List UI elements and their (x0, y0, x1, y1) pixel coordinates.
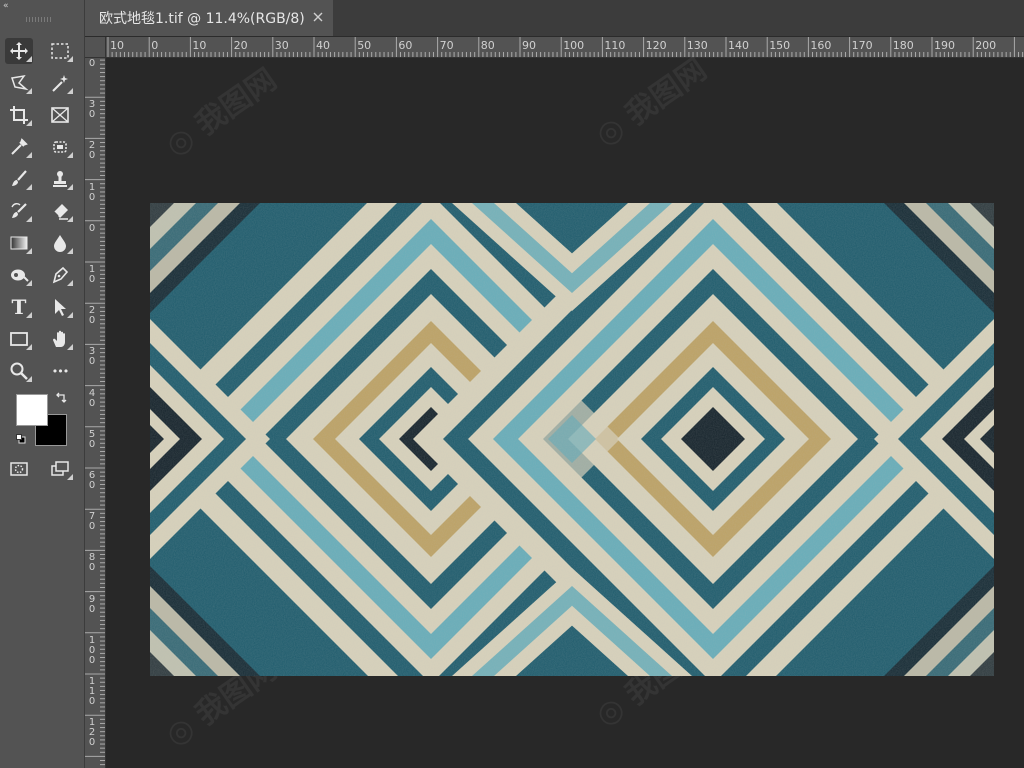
ruler-label: 80 (88, 552, 96, 574)
quick-mask[interactable] (5, 456, 33, 482)
quick-mask-icon (10, 462, 28, 476)
close-icon[interactable] (311, 10, 325, 24)
document-tab-bar: 欧式地毯1.tif @ 11.4%(RGB/8) (85, 0, 1024, 37)
zoom-tool[interactable] (5, 358, 33, 384)
ruler-label: 10 (110, 39, 124, 52)
marquee-tool[interactable] (46, 38, 74, 64)
ruler-label: 30 (88, 99, 96, 121)
ruler-label: 60 (398, 39, 413, 52)
healing-brush-tool[interactable] (46, 134, 74, 160)
ruler-label: 50 (357, 39, 372, 52)
ruler-label: 90 (522, 39, 536, 52)
ruler-label: 120 (645, 39, 667, 52)
ruler-label: 130 (686, 39, 708, 52)
eraser-tool[interactable] (46, 198, 74, 224)
ruler-label: 140 (728, 39, 749, 52)
ruler-label: 0 (88, 222, 96, 234)
ruler-label: 100 (88, 634, 96, 666)
type-tool[interactable]: T (5, 294, 33, 320)
ruler-label: 200 (975, 39, 997, 52)
screen-mode[interactable] (46, 456, 74, 482)
type-icon: T (11, 295, 27, 319)
panel-grip[interactable] (26, 17, 52, 22)
ruler-label: 70 (439, 39, 454, 52)
document-tab[interactable]: 欧式地毯1.tif @ 11.4%(RGB/8) (85, 0, 333, 36)
ruler-label: 0 (151, 39, 159, 52)
ruler-label: 20 (88, 140, 96, 162)
history-brush-tool[interactable] (5, 198, 33, 224)
crop-tool[interactable] (5, 102, 33, 128)
ruler-label: 40 (316, 39, 330, 52)
collapse-panel-button[interactable]: « (3, 2, 9, 11)
magic-wand-tool[interactable] (46, 70, 74, 96)
ruler-label: 20 (88, 305, 96, 327)
watermark: ◎ 我图网 (589, 52, 714, 154)
dodge-tool[interactable] (5, 262, 33, 288)
default-colors-icon[interactable] (16, 434, 26, 444)
ruler-label: 110 (604, 39, 626, 52)
ruler-label: 90 (88, 593, 96, 615)
ruler-label: 80 (480, 39, 495, 52)
tools-panel: « T ••• (0, 0, 85, 768)
ruler-label: 110 (88, 676, 96, 707)
frame-tool[interactable] (46, 102, 74, 128)
ruler-label: 160 (810, 39, 832, 52)
hand-tool[interactable] (46, 326, 74, 352)
ruler-label: 70 (88, 511, 96, 533)
frame-icon (51, 107, 69, 123)
swap-colors-icon[interactable] (55, 392, 67, 404)
canvas-image (150, 203, 994, 676)
vertical-ruler[interactable]: 0 30 20 10 0 10 20 30 40 50 60 70 80 90 100 110 120 (85, 58, 106, 768)
document-canvas[interactable] (150, 203, 994, 676)
lasso-tool[interactable] (5, 70, 33, 96)
ruler-label: 60 (88, 470, 96, 491)
clone-stamp-tool[interactable] (46, 166, 74, 192)
document-tab-title: 欧式地毯1.tif @ 11.4%(RGB/8) (99, 11, 305, 27)
ruler-label: 40 (88, 387, 96, 409)
move-tool[interactable] (5, 38, 33, 64)
ruler-label: 10 (192, 39, 207, 52)
ruler-label: 120 (88, 717, 96, 749)
watermark: ◎ 我图网 (159, 62, 284, 164)
blur-tool[interactable] (46, 230, 74, 256)
ruler-label: 190 (934, 39, 955, 52)
ruler-label: 50 (88, 428, 96, 450)
foreground-color-swatch[interactable] (16, 394, 48, 426)
document-workspace[interactable]: ◎ 我图网 ◎ 我图网 ◎ 我图网 ◎ 我图网 (106, 52, 1024, 768)
rectangle-tool[interactable] (5, 326, 33, 352)
ruler-label: 0 (88, 58, 96, 69)
ruler-label: 170 (851, 39, 873, 52)
ruler-label: 10 (88, 181, 96, 203)
ruler-label: 30 (88, 346, 96, 368)
ruler-label: 10 (88, 264, 96, 285)
eyedropper-tool[interactable] (5, 134, 33, 160)
ruler-label: 20 (233, 39, 248, 52)
pen-tool[interactable] (46, 262, 74, 288)
ruler-label: 100 (563, 39, 585, 52)
more-icon: ••• (51, 364, 69, 378)
brush-tool[interactable] (5, 166, 33, 192)
gradient-tool[interactable] (5, 230, 33, 256)
more-tools[interactable]: ••• (46, 358, 74, 384)
ruler-label: 150 (769, 39, 791, 52)
ruler-label: 30 (274, 39, 289, 52)
ruler-corner[interactable] (85, 37, 106, 58)
path-selection-tool[interactable] (46, 294, 74, 320)
horizontal-ruler[interactable]: 10 0 10 20 30 40 50 60 70 80 90 100 110 120 130 140 150 1… (106, 37, 1024, 58)
ruler-label: 180 (892, 39, 914, 52)
